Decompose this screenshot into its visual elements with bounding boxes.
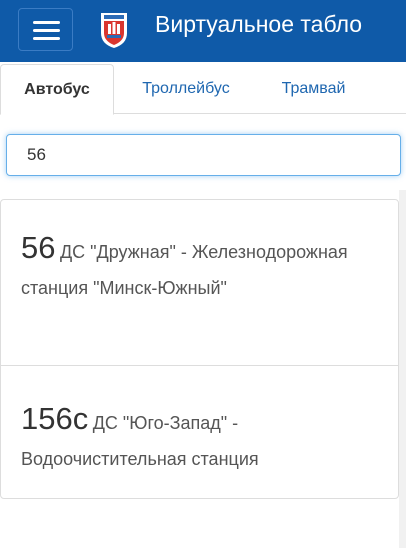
tab-bus[interactable]: Автобус	[0, 64, 114, 115]
tab-trolleybus[interactable]: Троллейбус	[120, 64, 252, 114]
route-item-text: 156с ДС "Юго-Запад" - Водоочистительная …	[21, 401, 378, 478]
route-number: 156с	[21, 401, 89, 436]
menu-button[interactable]	[18, 8, 73, 51]
route-search-input[interactable]	[6, 134, 401, 176]
route-item-text: 56 ДС "Дружная" - Железнодорожная станци…	[21, 230, 378, 307]
app-title: Виртуальное табло	[155, 11, 363, 37]
route-list: 56 ДС "Дружная" - Железнодорожная станци…	[0, 199, 399, 499]
route-description: ДС "Дружная" - Железнодорожная станция "…	[21, 242, 348, 298]
city-logo-icon[interactable]	[99, 11, 129, 49]
navbar: Виртуальное табло	[0, 0, 406, 62]
transport-tabs: Автобус Троллейбус Трамвай	[0, 62, 406, 115]
scrollbar[interactable]	[399, 190, 406, 548]
tab-tram[interactable]: Трамвай	[262, 64, 365, 114]
route-item[interactable]: 56 ДС "Дружная" - Железнодорожная станци…	[1, 230, 398, 365]
route-number: 56	[21, 230, 56, 265]
route-item[interactable]: 156с ДС "Юго-Запад" - Водоочистительная …	[1, 365, 398, 498]
